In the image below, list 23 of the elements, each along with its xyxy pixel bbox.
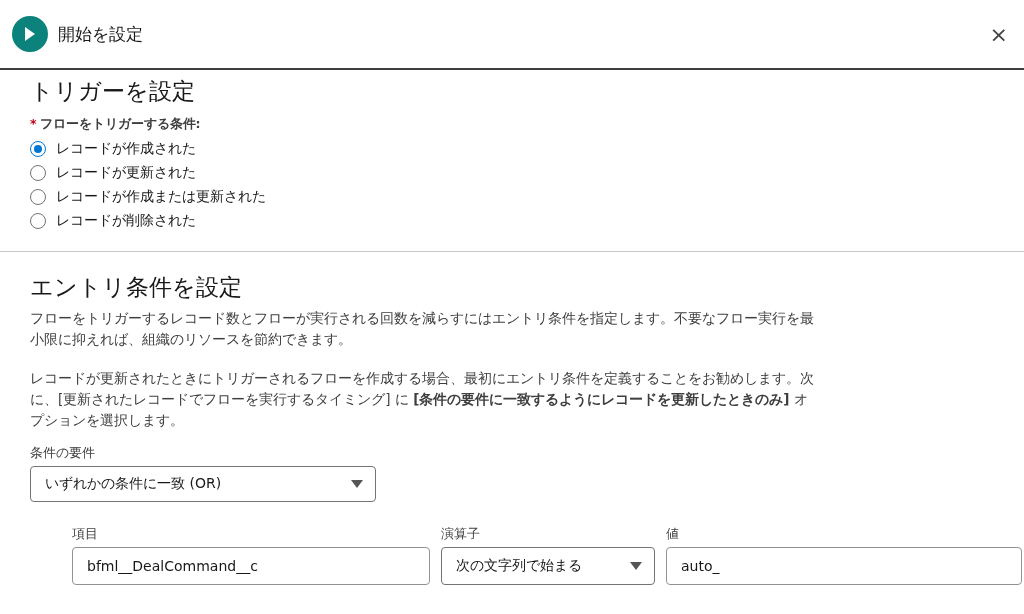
operator-dropdown[interactable]: 次の文字列で始まる	[441, 547, 655, 585]
caret-icon	[630, 562, 642, 570]
radio-label: レコードが削除された	[56, 212, 196, 230]
field-input[interactable]: bfml__DealCommand__c	[72, 547, 430, 585]
field-label: 演算子	[441, 526, 481, 543]
field-label: 条件の要件	[30, 445, 96, 462]
radio-label: レコードが作成または更新された	[56, 188, 266, 206]
dialog-title: 開始を設定	[58, 22, 144, 46]
caret-icon	[351, 480, 363, 488]
section-heading: トリガーを設定	[30, 77, 196, 106]
radio-label: レコードが更新された	[56, 164, 196, 182]
value-input[interactable]: auto_	[666, 547, 1022, 585]
requirement-dropdown[interactable]: いずれかの条件に一致 (OR)	[30, 466, 376, 502]
play-icon	[12, 16, 48, 52]
field-label: 値	[666, 526, 680, 543]
field-label: フローをトリガーする条件:	[39, 116, 201, 133]
description-text: フローをトリガーするレコード数とフローが実行される回数を減らすにはエントリ条件を指定します。不要なフロー実行を最小限に抑えれば、組織のリソースを節約できます。	[30, 309, 815, 349]
required-mark: *	[30, 116, 37, 133]
description-text: レコードが更新されたときにトリガーされるフローを作成する場合、最初にエントリ条件を定義することをお勧めします。次に、[更新されたレコードでフローを実行するタイミング] に [条件の要件に一致するようにレコードを更新したときのみ] オプションを選択します。	[30, 369, 815, 430]
section-heading: エントリ条件を設定	[30, 273, 243, 302]
close-button[interactable]: ×	[985, 21, 1012, 47]
radio-label: レコードが作成された	[56, 140, 196, 158]
field-label: 項目	[72, 526, 99, 543]
